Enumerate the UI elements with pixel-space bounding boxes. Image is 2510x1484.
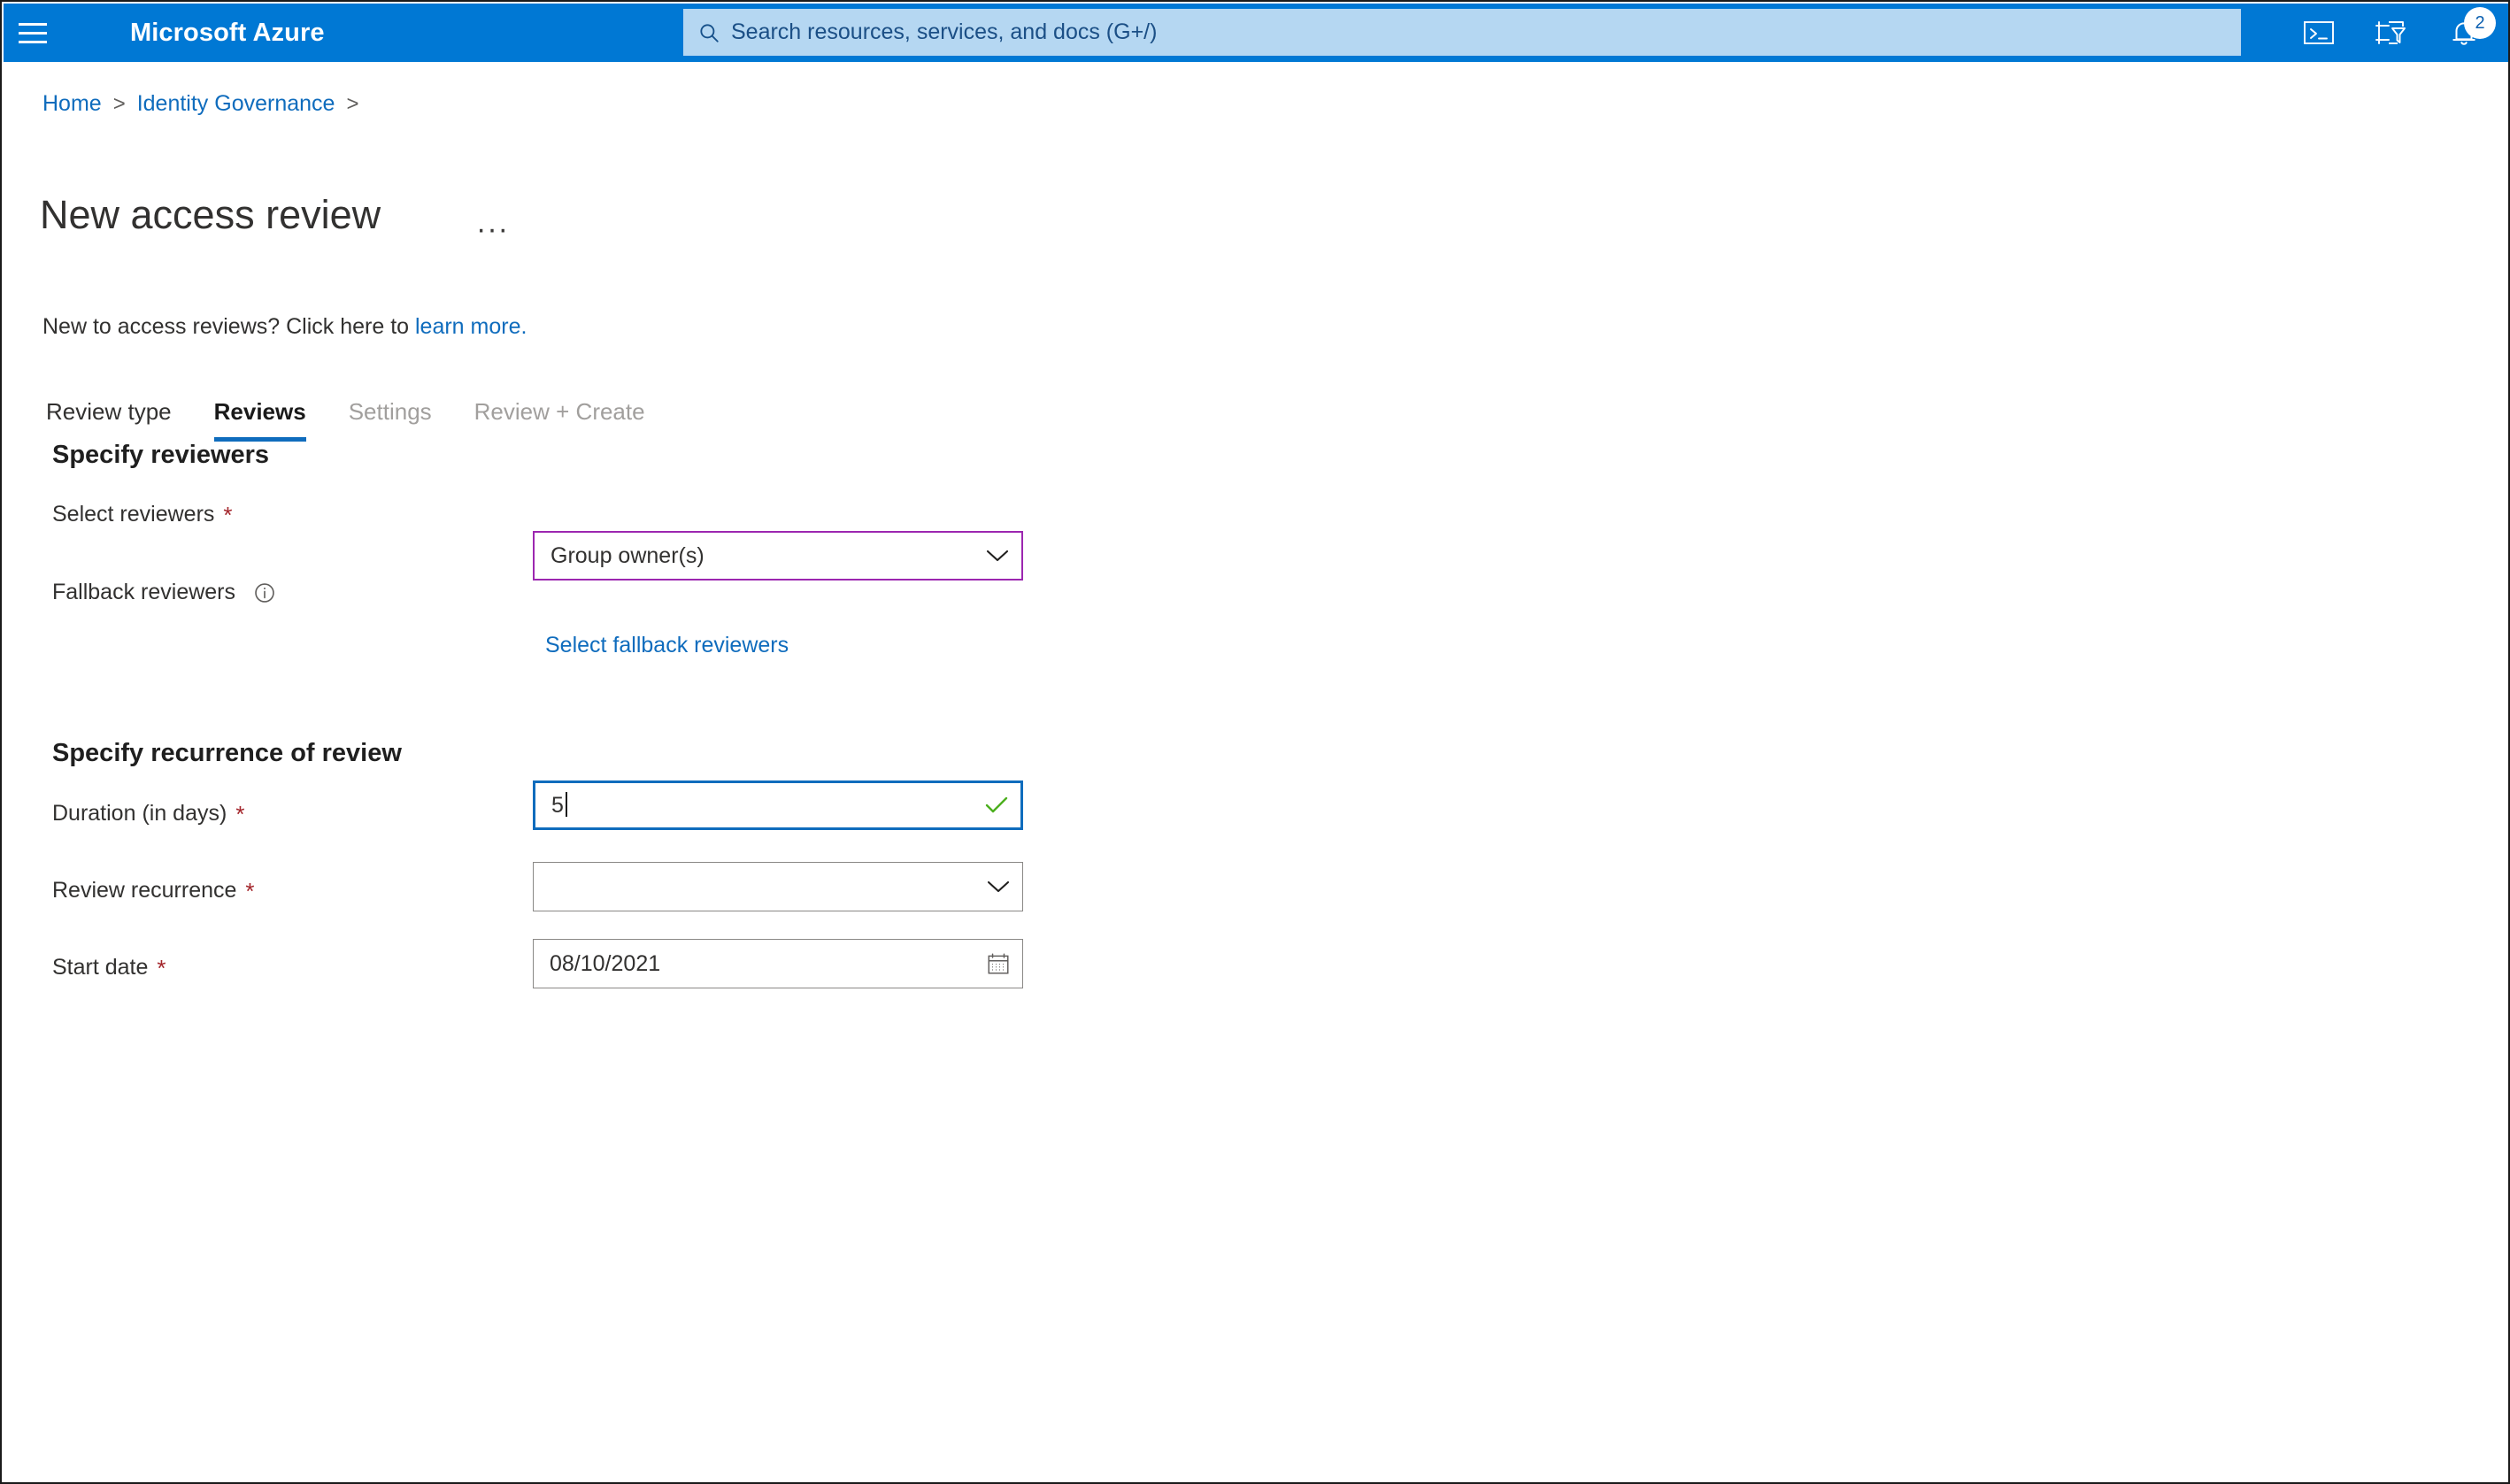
page-title: New access review <box>40 192 381 237</box>
duration-in-days-value: 5 <box>535 792 973 819</box>
breadcrumb-item-home[interactable]: Home <box>42 91 102 117</box>
required-asterisk: * <box>245 877 255 904</box>
label-select-reviewers-text: Select reviewers <box>52 502 215 527</box>
section-heading-specify-reviewers: Specify reviewers <box>52 441 270 469</box>
label-fallback-reviewers-text: Fallback reviewers <box>52 580 236 604</box>
start-date-value: 08/10/2021 <box>550 950 661 976</box>
start-date-input[interactable]: 08/10/2021 <box>533 939 1023 988</box>
tab-review-create[interactable]: Review + Create <box>474 398 645 442</box>
learn-more-link[interactable]: learn more. <box>415 314 527 339</box>
label-review-recurrence-text: Review recurrence <box>52 878 237 903</box>
label-duration-in-days: Duration (in days) * <box>52 801 244 827</box>
brand-title[interactable]: Microsoft Azure <box>130 19 325 48</box>
search-input[interactable] <box>731 19 2133 45</box>
required-asterisk: * <box>157 954 166 981</box>
notification-count-badge: 2 <box>2464 7 2496 39</box>
tab-settings[interactable]: Settings <box>349 398 432 442</box>
duration-in-days-input[interactable]: 5 <box>533 780 1023 830</box>
intro-text: New to access reviews? Click here to lea… <box>42 314 527 340</box>
calendar-icon[interactable] <box>974 940 1022 988</box>
label-fallback-reviewers: Fallback reviewers <box>52 580 276 605</box>
intro-text-prefix: New to access reviews? Click here to <box>42 314 415 339</box>
more-actions-button[interactable]: ··· <box>476 214 509 244</box>
label-start-date-text: Start date <box>52 955 149 980</box>
select-fallback-reviewers-link[interactable]: Select fallback reviewers <box>545 633 789 658</box>
label-review-recurrence: Review recurrence * <box>52 878 255 903</box>
global-search-box[interactable] <box>683 9 2241 56</box>
chevron-down-icon <box>974 863 1022 911</box>
required-asterisk: * <box>223 501 233 528</box>
label-select-reviewers: Select reviewers * <box>52 502 233 527</box>
notifications-bell-icon[interactable]: 2 <box>2441 7 2496 56</box>
label-start-date: Start date * <box>52 955 166 980</box>
wizard-tabs: Review type Reviews Settings Review + Cr… <box>46 398 688 442</box>
page-content: Home > Identity Governance > New access … <box>4 62 2508 1480</box>
breadcrumb-item-identity-governance[interactable]: Identity Governance <box>137 91 335 117</box>
tab-reviews[interactable]: Reviews <box>213 398 306 442</box>
chevron-down-icon <box>974 533 1021 579</box>
required-asterisk: * <box>235 800 245 827</box>
azure-portal-screen: Microsoft Azure Search resources, servic… <box>0 0 2510 1484</box>
cloud-shell-icon[interactable] <box>2296 10 2342 56</box>
tab-review-type[interactable]: Review type <box>46 398 172 442</box>
section-heading-specify-recurrence: Specify recurrence of review <box>52 739 402 767</box>
select-reviewers-value: Group owner(s) <box>551 542 704 568</box>
hamburger-menu-icon[interactable] <box>4 4 62 62</box>
validation-check-icon <box>973 783 1020 827</box>
directory-filter-icon[interactable] <box>2368 10 2414 56</box>
breadcrumb-separator-icon-2: > <box>346 91 359 116</box>
info-icon[interactable] <box>253 581 276 604</box>
top-navigation-bar: Microsoft Azure Search resources, servic… <box>4 4 2508 62</box>
label-duration-in-days-text: Duration (in days) <box>52 801 227 826</box>
top-bar-actions: 2 <box>2296 4 2503 62</box>
breadcrumb-separator-icon: > <box>112 91 126 116</box>
select-reviewers-dropdown[interactable]: Group owner(s) <box>533 531 1023 581</box>
breadcrumb: Home > Identity Governance > <box>42 91 358 117</box>
review-recurrence-dropdown[interactable] <box>533 862 1023 911</box>
search-icon <box>697 21 720 44</box>
